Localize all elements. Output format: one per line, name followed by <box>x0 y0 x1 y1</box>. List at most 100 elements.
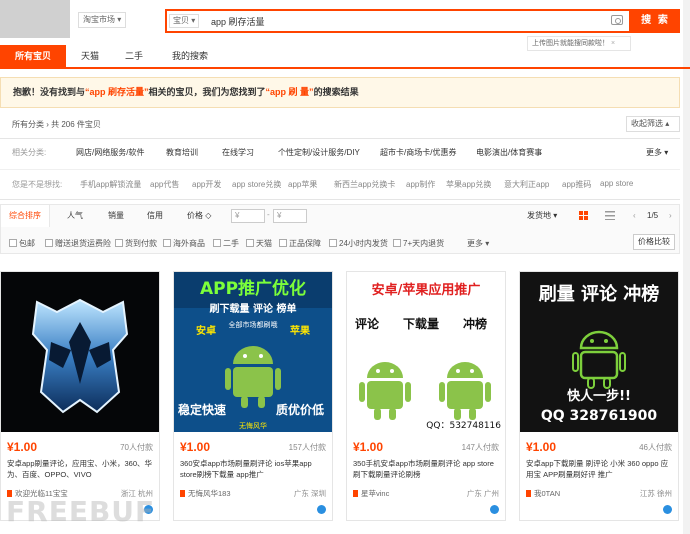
category-item[interactable]: 网店/网络服务/软件 <box>76 147 144 158</box>
promo-foot-small: 无悔风华 <box>239 421 267 430</box>
page-indicator: 1/5 <box>647 211 659 220</box>
product-card[interactable]: 安卓/苹果应用推广 评论 下载量 冲榜 QQ：532748116 ¥1.00 1… <box>346 271 506 521</box>
related-search-item[interactable]: 手机app解锁流量 <box>80 179 141 190</box>
notice-original-query: “app 刷存活量” <box>85 87 149 97</box>
product-sales: 70人付款 <box>120 443 153 452</box>
product-image[interactable]: 安卓/苹果应用推广 评论 下载量 冲榜 QQ：532748116 <box>347 272 505 432</box>
promo-headline: 安卓/苹果应用推广 <box>372 282 481 298</box>
tab-tmall[interactable]: 天猫 <box>70 45 110 67</box>
more-categories-button[interactable]: 更多 ▾ <box>646 147 668 158</box>
app-promo-image: APP推广优化 刷下载量 评论 榜单 全部市场都刷哦 安卓 苹果 稳定快速 质优… <box>174 272 332 432</box>
related-search-item[interactable]: app store兑换 <box>232 179 281 190</box>
scrollbar-track[interactable] <box>683 0 690 534</box>
product-card[interactable]: 刷量 评论 冲榜 快人一步!! QQ 328761900 ¥1.00 46人付款… <box>519 271 679 521</box>
app-promo-image: 刷量 评论 冲榜 快人一步!! QQ 328761900 <box>520 272 678 432</box>
promo-headline: APP推广优化 <box>200 278 306 299</box>
related-search-item[interactable]: 苹果app兑换 <box>446 179 491 190</box>
market-selector[interactable]: 淘宝市场 ▾ <box>78 12 126 28</box>
filter-checkbox[interactable]: 赠送退货运费险 <box>45 238 111 249</box>
related-search-item[interactable]: app制作 <box>406 179 435 190</box>
collapse-filter-label: 收起筛选 <box>631 119 663 128</box>
filter-checkbox[interactable]: 二手 <box>213 238 239 249</box>
grid-view-icon[interactable] <box>579 211 588 220</box>
related-search-item[interactable]: app store <box>600 179 633 188</box>
promo-foot-left: 稳定快速 <box>178 402 226 417</box>
sort-popularity[interactable]: 人气 <box>67 205 83 227</box>
related-search-item[interactable]: app开发 <box>192 179 221 190</box>
chat-icon[interactable] <box>490 505 499 514</box>
search-button[interactable]: 搜 索 <box>631 9 680 33</box>
related-search-item[interactable]: 意大利正app <box>504 179 549 190</box>
sort-price-label: 价格 <box>187 211 203 220</box>
filter-checkbox[interactable]: 24小时内发货 <box>329 238 388 249</box>
next-page-icon[interactable]: › <box>669 205 672 227</box>
product-title[interactable]: 360安卓app市场刷量刷评论 ios苹果app store刷榜下载量 app推… <box>180 458 328 482</box>
chat-icon[interactable] <box>663 505 672 514</box>
delivery-location-select[interactable]: 发货地 ▾ <box>527 205 557 227</box>
filter-checkbox[interactable]: 正品保障 <box>279 238 321 249</box>
promo-line2: QQ 328761900 <box>541 408 658 424</box>
notice-alt-query: “app 刷 量” <box>265 87 314 97</box>
price-separator: - <box>267 210 270 219</box>
category-item[interactable]: 电影演出/体育赛事 <box>476 147 542 158</box>
site-logo[interactable] <box>0 0 70 38</box>
search-category-select[interactable]: 宝贝 ▾ <box>169 14 199 28</box>
sort-sales[interactable]: 销量 <box>108 205 124 227</box>
list-view-icon[interactable] <box>605 211 615 220</box>
prev-page-icon[interactable]: ‹ <box>633 205 636 227</box>
related-search-item[interactable]: 新西兰app兑换卡 <box>334 179 395 190</box>
notice-mid: 相关的宝贝，我们为您找到了 <box>148 87 266 97</box>
product-price: ¥1.00 <box>180 440 211 454</box>
related-search-item[interactable]: app代售 <box>150 179 179 190</box>
sort-credit[interactable]: 信用 <box>147 205 163 227</box>
category-item[interactable]: 教育培训 <box>166 147 198 158</box>
tab-secondhand[interactable]: 二手 <box>114 45 154 67</box>
product-image[interactable] <box>1 272 159 432</box>
product-image[interactable]: APP推广优化 刷下载量 评论 榜单 全部市场都刷哦 安卓 苹果 稳定快速 质优… <box>174 272 332 432</box>
promo-sub2: 全部市场都刷哦 <box>229 320 278 329</box>
filter-checkbox[interactable]: 天猫 <box>246 238 272 249</box>
collapse-filter-button[interactable]: 收起筛选 ▴ <box>626 116 680 132</box>
tab-all[interactable]: 所有宝贝 <box>0 45 66 67</box>
filter-checkbox[interactable]: 海外商品 <box>163 238 205 249</box>
category-item[interactable]: 超市卡/商场卡/优惠券 <box>380 147 456 158</box>
category-item[interactable]: 在线学习 <box>222 147 254 158</box>
promo-qq: QQ：532748116 <box>426 421 501 431</box>
related-search-item[interactable]: app推码 <box>562 179 591 190</box>
product-card[interactable]: APP推广优化 刷下载量 评论 榜单 全部市场都刷哦 安卓 苹果 稳定快速 质优… <box>173 271 333 521</box>
shop-name[interactable]: 星苹vinc <box>353 488 389 499</box>
more-filters-label: 更多 <box>467 239 483 248</box>
product-card[interactable]: ¥1.00 70人付款 安卓app刷量评论，应用宝、小米，360、华为、百度、O… <box>0 271 160 521</box>
search-box[interactable]: 宝贝 ▾ app 刷存活量 <box>165 9 631 33</box>
product-title[interactable]: 350手机安卓app市场刷量刷评论 app store刷下载刷量评论刷榜 <box>353 458 501 482</box>
price-max-input[interactable]: ¥ <box>273 209 307 223</box>
product-location: 江苏 徐州 <box>639 489 672 498</box>
filter-checkbox[interactable]: 货到付款 <box>115 238 157 249</box>
related-category-label: 相关分类: <box>12 148 47 157</box>
related-search-item[interactable]: app苹果 <box>288 179 317 190</box>
promo-word: 评论 <box>355 316 380 331</box>
more-filters-button[interactable]: 更多 ▾ <box>467 238 489 249</box>
filter-panel: 相关分类: 网店/网络服务/软件 教育培训 在线学习 个性定制/设计服务/DIY… <box>0 138 680 200</box>
shop-name[interactable]: 无悔风华183 <box>180 488 231 499</box>
tab-my-search[interactable]: 我的搜索 <box>162 45 218 67</box>
shop-name[interactable]: 我0TAN <box>526 488 560 499</box>
price-compare-button[interactable]: 价格比较 <box>633 234 675 250</box>
search-input[interactable]: app 刷存活量 <box>211 15 265 28</box>
filter-checkbox[interactable]: 7+天内退货 <box>393 238 444 249</box>
filter-checkbox[interactable]: 包邮 <box>9 238 35 249</box>
sort-default[interactable]: 综合排序 <box>1 205 50 227</box>
breadcrumb: 所有分类 › 共 206 件宝贝 <box>12 120 101 129</box>
product-title[interactable]: 安卓app下载刷量 刷评论 小米 360 oppo 应用宝 APP刷量刷好评 推… <box>526 458 674 482</box>
chat-icon[interactable] <box>317 505 326 514</box>
price-min-input[interactable]: ¥ <box>231 209 265 223</box>
sort-price[interactable]: 价格 ◇ <box>187 205 211 227</box>
product-sales: 147人付款 <box>461 443 499 452</box>
camera-icon[interactable] <box>611 15 623 25</box>
promo-word: 下载量 <box>403 316 439 331</box>
product-sales: 46人付款 <box>639 443 672 452</box>
category-item[interactable]: 个性定制/设计服务/DIY <box>278 147 360 158</box>
notice-prefix: 抱歉！没有找到与 <box>13 87 86 97</box>
product-image[interactable]: 刷量 评论 冲榜 快人一步!! QQ 328761900 <box>520 272 678 432</box>
product-title[interactable]: 安卓app刷量评论，应用宝、小米，360、华为、百度、OPPO、VIVO <box>7 458 155 482</box>
